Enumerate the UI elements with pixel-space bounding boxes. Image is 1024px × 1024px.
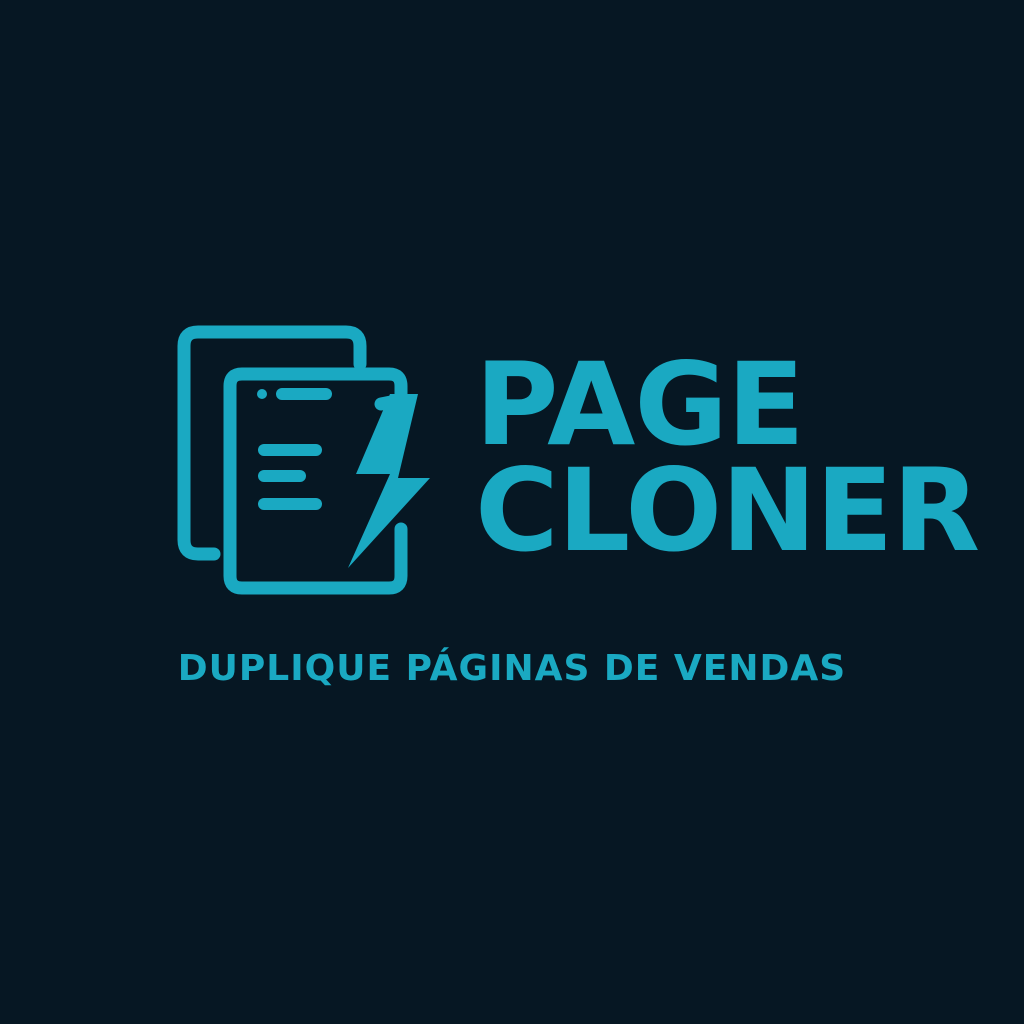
- lightning-bolt: [348, 394, 430, 568]
- brand-word-cloner: CLONER: [475, 444, 980, 577]
- brand-word-page: PAGE: [475, 338, 805, 471]
- browser-address-bar: [276, 388, 332, 400]
- front-page-outline: [223, 367, 408, 595]
- brand-wordmark: PAGE CLONER: [475, 338, 980, 577]
- cloned-page-lightning-icon: [177, 325, 430, 595]
- text-line-1: [258, 444, 322, 456]
- browser-dot: [257, 389, 267, 399]
- tagline: DUPLIQUE PÁGINAS DE VENDAS: [177, 648, 847, 689]
- text-line-2: [258, 470, 306, 482]
- back-page-outline: [177, 325, 367, 561]
- logo-canvas: PAGE CLONER DUPLIQUE PÁGINAS DE VENDAS: [0, 0, 1024, 1024]
- text-line-3: [258, 498, 322, 510]
